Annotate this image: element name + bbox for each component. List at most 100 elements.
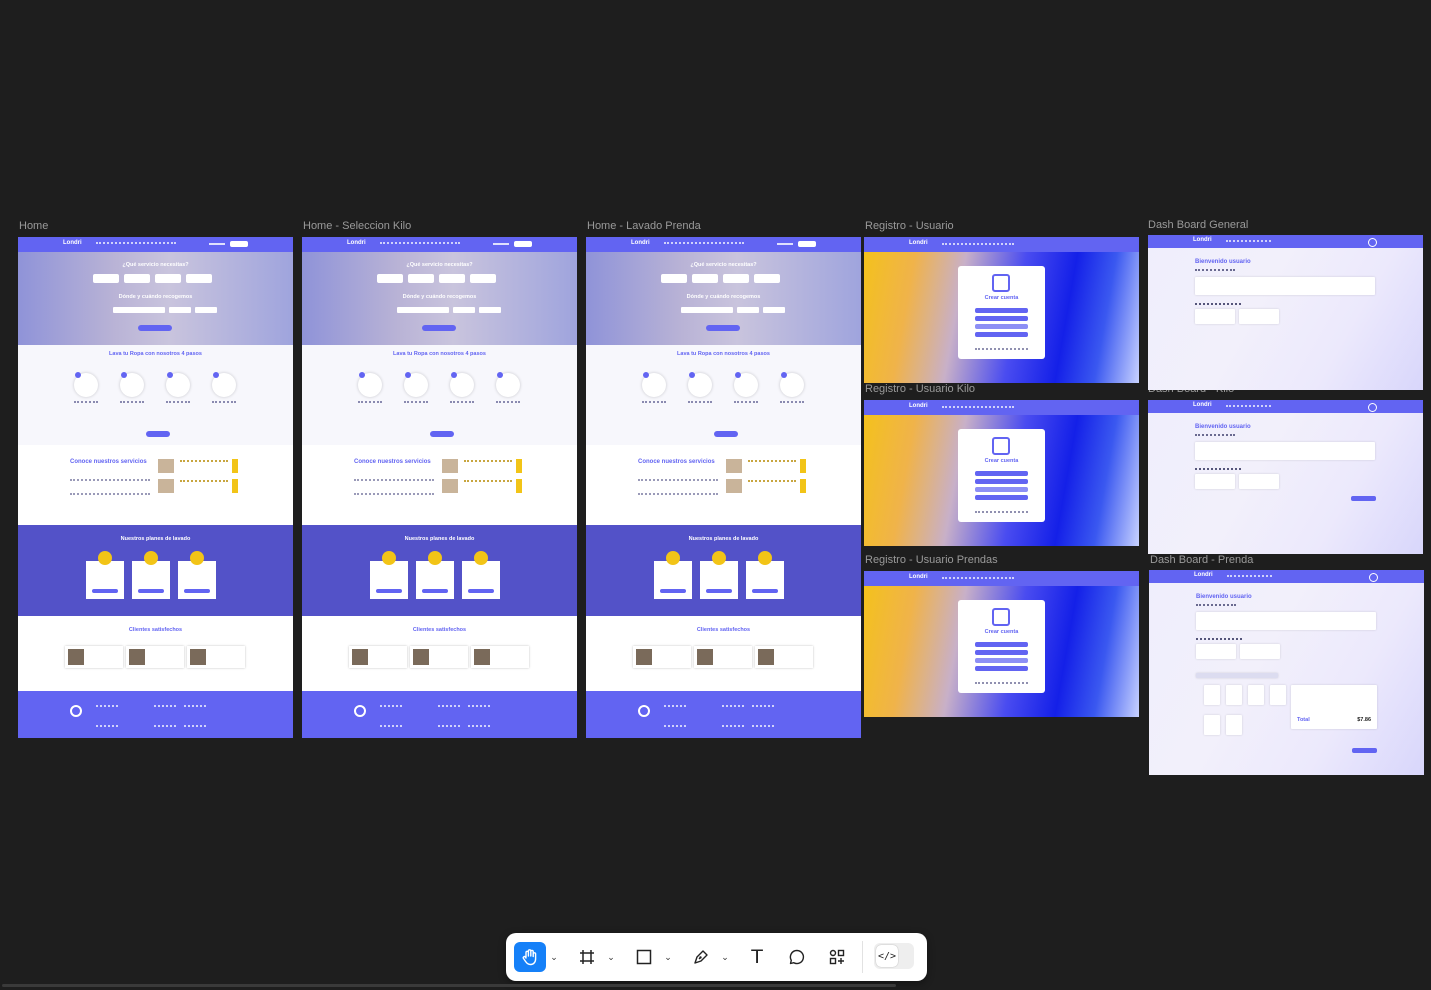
service-arrow-button[interactable]	[232, 479, 238, 493]
frame-tool[interactable]	[574, 942, 600, 972]
schedule-button[interactable]	[138, 325, 172, 331]
signup-option-button[interactable]	[975, 332, 1028, 337]
address-field[interactable]	[397, 307, 449, 313]
footer-links[interactable]	[722, 705, 744, 727]
service-arrow-button[interactable]	[516, 479, 522, 493]
service-option[interactable]	[661, 274, 687, 283]
nav-links[interactable]	[664, 242, 744, 246]
brand-logo[interactable]: Londri	[909, 403, 928, 409]
brand-logo[interactable]: Londri	[631, 240, 650, 246]
hand-tool-chevron-down-icon[interactable]: ⌄	[550, 950, 558, 964]
horizontal-scrollbar[interactable]	[2, 984, 896, 987]
pickup-date-field[interactable]	[169, 307, 191, 313]
frame-dashboard-kilo[interactable]: Londri Bienvenido usuario	[1148, 400, 1423, 554]
plan-button[interactable]	[138, 589, 164, 593]
service-arrow-button[interactable]	[516, 459, 522, 473]
service-option[interactable]	[439, 274, 465, 283]
figma-canvas[interactable]: { "frames": { "home": "Home", "home_kilo…	[0, 0, 1431, 990]
frame-registro-prendas[interactable]: Londri Crear cuenta	[864, 571, 1139, 717]
user-avatar-icon[interactable]	[1368, 403, 1377, 412]
frame-label-registro-usuario[interactable]: Registro - Usuario	[865, 220, 954, 232]
brand-logo[interactable]: Londri	[1193, 237, 1212, 243]
plan-button[interactable]	[92, 589, 118, 593]
nav-links[interactable]	[1227, 575, 1272, 577]
garment-item[interactable]	[1248, 685, 1264, 705]
signup-option-button[interactable]	[975, 642, 1028, 647]
continue-button[interactable]	[1352, 748, 1377, 753]
frame-label-home[interactable]: Home	[19, 220, 48, 232]
service-arrow-button[interactable]	[800, 459, 806, 473]
login-link[interactable]	[975, 511, 1028, 513]
frame-registro-kilo[interactable]: Londri Crear cuenta	[864, 400, 1139, 546]
brand-logo[interactable]: Londri	[1193, 402, 1212, 408]
login-link[interactable]	[493, 243, 509, 245]
brand-logo[interactable]: Londri	[347, 240, 366, 246]
frame-label-home-prenda[interactable]: Home - Lavado Prenda	[587, 220, 701, 232]
frame-home-prenda[interactable]: Londri ¿Qué servicio necesitas? Dónde y cu…	[586, 237, 861, 738]
frame-tool-chevron-down-icon[interactable]: ⌄	[607, 950, 615, 964]
dev-mode-toggle[interactable]: </>	[874, 943, 914, 969]
delivery-date-field[interactable]	[479, 307, 501, 313]
service-prenda-card[interactable]	[1240, 644, 1280, 659]
frame-dashboard-prenda[interactable]: Londri Bienvenido usuario Total $7.86	[1149, 570, 1424, 775]
address-field[interactable]	[681, 307, 733, 313]
service-option[interactable]	[124, 274, 150, 283]
components-tool[interactable]	[824, 942, 850, 972]
service-kilo-card[interactable]	[1195, 309, 1235, 324]
garment-tabs[interactable]	[1196, 673, 1278, 678]
frame-label-dashboard-prenda[interactable]: Dash Board - Prenda	[1150, 554, 1253, 566]
signup-button[interactable]	[514, 241, 532, 247]
signup-button[interactable]	[798, 241, 816, 247]
plan-button[interactable]	[752, 589, 778, 593]
signup-option-button[interactable]	[975, 487, 1028, 492]
user-avatar-icon[interactable]	[1368, 238, 1377, 247]
service-option[interactable]	[723, 274, 749, 283]
footer-links[interactable]	[154, 705, 176, 727]
login-link[interactable]	[975, 682, 1028, 684]
pickup-date-field[interactable]	[737, 307, 759, 313]
create-account-button[interactable]	[714, 431, 738, 437]
service-arrow-button[interactable]	[232, 459, 238, 473]
login-link[interactable]	[777, 243, 793, 245]
plan-button[interactable]	[706, 589, 732, 593]
brand-logo[interactable]: Londri	[909, 574, 928, 580]
footer-links[interactable]	[96, 705, 118, 727]
frame-label-home-kilo[interactable]: Home - Seleccion Kilo	[303, 220, 411, 232]
hand-tool[interactable]	[514, 942, 546, 972]
delivery-date-field[interactable]	[763, 307, 785, 313]
frame-label-registro-kilo[interactable]: Registro - Usuario Kilo	[865, 383, 975, 395]
address-field[interactable]	[113, 307, 165, 313]
frame-registro-usuario[interactable]: Londri Crear cuenta	[864, 237, 1139, 383]
garment-item[interactable]	[1204, 715, 1220, 735]
brand-logo[interactable]: Londri	[909, 240, 928, 246]
frame-home[interactable]: Londri ¿Qué servicio necesitas? Dónde y cu…	[18, 237, 293, 738]
footer-links[interactable]	[184, 705, 206, 727]
plan-button[interactable]	[376, 589, 402, 593]
signup-option-button[interactable]	[975, 308, 1028, 313]
nav-links[interactable]	[942, 406, 1014, 408]
footer-links[interactable]	[380, 705, 402, 727]
schedule-button[interactable]	[422, 325, 456, 331]
plan-button[interactable]	[184, 589, 210, 593]
pickup-date-field[interactable]	[453, 307, 475, 313]
nav-links[interactable]	[380, 242, 460, 246]
signup-option-button[interactable]	[975, 471, 1028, 476]
signup-option-button[interactable]	[975, 316, 1028, 321]
service-prenda-card[interactable]	[1239, 474, 1279, 489]
text-tool[interactable]: T	[744, 942, 770, 972]
comment-tool[interactable]	[784, 942, 810, 972]
login-link[interactable]	[975, 348, 1028, 350]
signup-option-button[interactable]	[975, 324, 1028, 329]
signup-button[interactable]	[230, 241, 248, 247]
pickup-delivery-panel[interactable]	[1196, 612, 1376, 630]
footer-links[interactable]	[438, 705, 460, 727]
pickup-delivery-panel[interactable]	[1195, 442, 1375, 460]
rectangle-tool-chevron-down-icon[interactable]: ⌄	[664, 950, 672, 964]
service-option[interactable]	[377, 274, 403, 283]
pickup-delivery-panel[interactable]	[1195, 277, 1375, 295]
footer-links[interactable]	[752, 705, 774, 727]
nav-links[interactable]	[96, 242, 176, 246]
plan-button[interactable]	[660, 589, 686, 593]
signup-option-button[interactable]	[975, 495, 1028, 500]
signup-option-button[interactable]	[975, 479, 1028, 484]
